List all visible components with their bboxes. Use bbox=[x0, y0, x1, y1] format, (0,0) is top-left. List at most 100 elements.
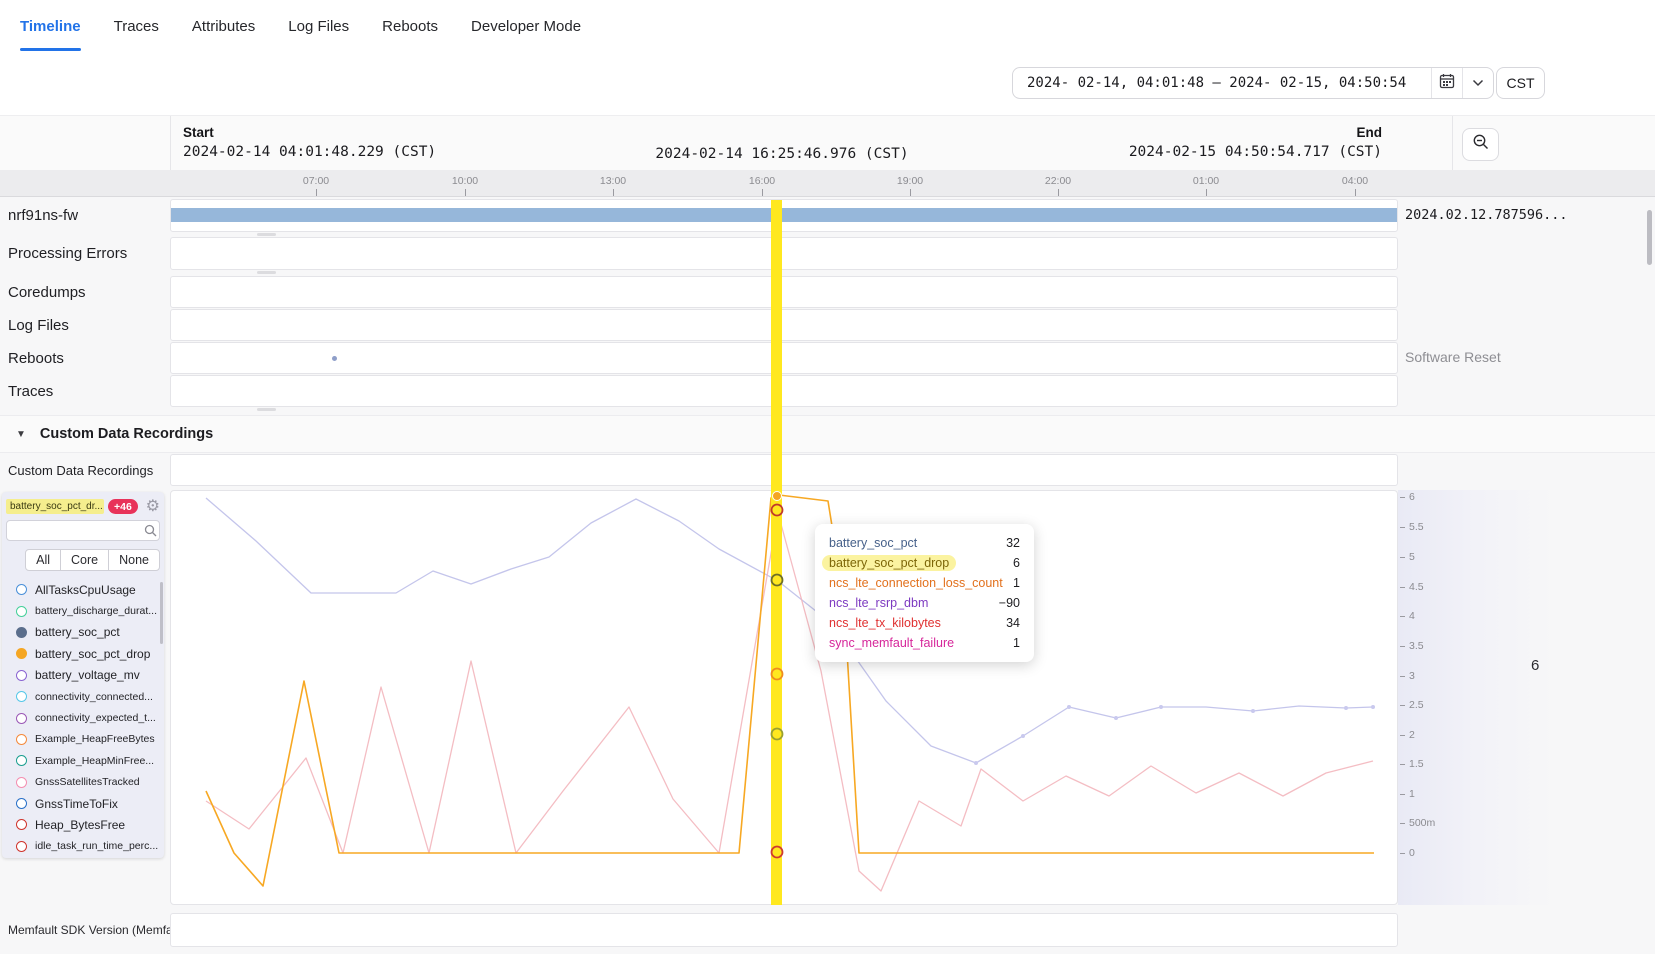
y-tick-0: 0 bbox=[1400, 847, 1415, 859]
metric-label: AllTasksCpuUsage bbox=[35, 583, 136, 597]
time-tick-mark bbox=[316, 189, 317, 196]
y-tick-mark bbox=[1400, 853, 1405, 854]
y-tick-mark bbox=[1400, 587, 1405, 588]
series-point-dot bbox=[1114, 716, 1118, 720]
y-tick-label: 2.5 bbox=[1409, 699, 1424, 711]
time-cursor[interactable] bbox=[771, 200, 782, 905]
cdr-row-label: Custom Data Recordings bbox=[8, 453, 153, 487]
custom-data-recordings-section-header[interactable]: ▼ Custom Data Recordings bbox=[0, 415, 1655, 453]
metric-battery-voltage-mv[interactable]: battery_voltage_mv bbox=[2, 665, 164, 686]
y-tick-label: 5 bbox=[1409, 551, 1415, 563]
tooltip-metric-label: ncs_lte_connection_loss_count bbox=[829, 576, 1003, 590]
metric-list: AllTasksCpuUsage battery_discharge_durat.… bbox=[2, 579, 164, 855]
chart-plot[interactable] bbox=[170, 490, 1398, 905]
gear-icon[interactable]: ⚙ bbox=[146, 499, 160, 515]
metric-example-heapfreebytes[interactable]: Example_HeapFreeBytes bbox=[2, 729, 164, 750]
series-point-dot bbox=[1067, 705, 1071, 709]
sdk-row-label: Memfault SDK Version (Memfaul... bbox=[8, 913, 192, 947]
y-tick-2: 2 bbox=[1400, 729, 1415, 741]
metric-gnsstimetofix[interactable]: GnssTimeToFix bbox=[2, 793, 164, 814]
timeline-rows-area: nrf91ns-fw2024.02.12.787596...Processing… bbox=[0, 197, 1655, 415]
series-point-dot bbox=[1021, 734, 1025, 738]
selected-metric-chip[interactable]: battery_soc_pct_dr... bbox=[6, 499, 104, 514]
date-range-value[interactable]: 2024- 02-14, 04:01:48 – 2024- 02-15, 04:… bbox=[1013, 68, 1431, 98]
sdk-row-track[interactable] bbox=[170, 913, 1398, 947]
range-end: End 2024-02-15 04:50:54.717 (CST) bbox=[982, 125, 1382, 160]
tooltip-row-ncs-lte-connection-loss-count: ncs_lte_connection_loss_count 1 bbox=[829, 573, 1020, 593]
row-track-traces[interactable] bbox=[170, 375, 1398, 407]
metric-count-badge: +46 bbox=[108, 499, 138, 514]
y-tick-1: 1 bbox=[1400, 788, 1415, 800]
filter-none-button[interactable]: None bbox=[108, 549, 160, 571]
pink-line bbox=[206, 513, 1373, 891]
tab-traces[interactable]: Traces bbox=[114, 0, 159, 52]
tooltip-row-battery-soc-pct: battery_soc_pct32 bbox=[829, 533, 1020, 553]
metric-list-scrollbar[interactable] bbox=[160, 582, 163, 644]
reboot-event-dot[interactable] bbox=[332, 356, 337, 361]
metric-color-circle bbox=[16, 713, 27, 724]
tooltip-metric-value: 1 bbox=[1013, 636, 1020, 650]
filter-all-button[interactable]: All bbox=[25, 549, 61, 571]
hover-tooltip: battery_soc_pct32battery_soc_pct_drop6nc… bbox=[815, 524, 1034, 662]
metric-search[interactable] bbox=[6, 520, 160, 541]
metric-battery-soc-pct[interactable]: battery_soc_pct bbox=[2, 622, 164, 643]
row-track-reboots[interactable] bbox=[170, 342, 1398, 374]
tab-timeline[interactable]: Timeline bbox=[20, 0, 81, 52]
metric-idle-task-run-time-perc[interactable]: idle_task_run_time_perc... bbox=[2, 836, 164, 855]
row-track-log-files[interactable] bbox=[170, 309, 1398, 341]
row-track-coredumps[interactable] bbox=[170, 276, 1398, 308]
row-track-processing-errors[interactable] bbox=[170, 237, 1398, 270]
y-tick-mark bbox=[1400, 794, 1405, 795]
tab-attributes[interactable]: Attributes bbox=[192, 0, 255, 52]
time-tick-label: 04:00 bbox=[1342, 175, 1368, 187]
row-label-processing-errors: Processing Errors bbox=[8, 237, 127, 270]
y-tick-4-5: 4.5 bbox=[1400, 581, 1424, 593]
metric-battery-discharge-durat[interactable]: battery_discharge_durat... bbox=[2, 600, 164, 621]
timezone-button[interactable]: CST bbox=[1496, 67, 1545, 99]
cdr-row-track[interactable] bbox=[170, 454, 1398, 486]
search-input[interactable] bbox=[7, 524, 141, 538]
metric-color-circle bbox=[16, 584, 27, 595]
series-point-dot bbox=[1159, 705, 1163, 709]
calendar-button[interactable] bbox=[1431, 68, 1462, 98]
metric-color-circle bbox=[16, 691, 27, 702]
tab-developer-mode[interactable]: Developer Mode bbox=[471, 0, 581, 52]
tooltip-metric-value: 34 bbox=[1006, 616, 1020, 630]
y-tick-mark bbox=[1400, 497, 1405, 498]
metric-label: battery_voltage_mv bbox=[35, 668, 140, 682]
y-tick-mark bbox=[1400, 646, 1405, 647]
metric-example-heapminfree[interactable]: Example_HeapMinFree... bbox=[2, 750, 164, 771]
end-label: End bbox=[982, 125, 1382, 140]
date-range-dropdown-button[interactable] bbox=[1462, 68, 1493, 98]
tab-reboots[interactable]: Reboots bbox=[382, 0, 438, 52]
time-tick-label: 07:00 bbox=[303, 175, 329, 187]
section-title: Custom Data Recordings bbox=[40, 426, 213, 442]
tooltip-metric-value: 1 bbox=[1013, 576, 1020, 590]
y-axis-panel: 65.554.543.532.521.51500m0 bbox=[1398, 490, 1554, 905]
y-tick-label: 1 bbox=[1409, 788, 1415, 800]
row-resize-handle[interactable] bbox=[257, 408, 276, 411]
firmware-version-bar[interactable] bbox=[171, 208, 1397, 222]
metric-alltaskscpuusage[interactable]: AllTasksCpuUsage bbox=[2, 579, 164, 600]
tooltip-row-ncs-lte-tx-kilobytes: ncs_lte_tx_kilobytes34 bbox=[829, 613, 1020, 633]
filter-core-button[interactable]: Core bbox=[60, 549, 109, 571]
row-label-traces: Traces bbox=[8, 375, 53, 407]
row-resize-handle[interactable] bbox=[257, 233, 276, 236]
zoom-out-button[interactable] bbox=[1462, 128, 1499, 161]
metric-connectivity-expected-t[interactable]: connectivity_expected_t... bbox=[2, 707, 164, 728]
metric-label: Example_HeapFreeBytes bbox=[35, 733, 155, 745]
y-tick-label: 3 bbox=[1409, 670, 1415, 682]
rows-scrollbar[interactable] bbox=[1647, 210, 1652, 265]
metric-heap-bytesfree[interactable]: Heap_BytesFree bbox=[2, 814, 164, 835]
metric-gnsssatellitestracked[interactable]: GnssSatellitesTracked bbox=[2, 772, 164, 793]
metric-battery-soc-pct-drop[interactable]: battery_soc_pct_drop bbox=[2, 643, 164, 664]
y-tick-5: 5 bbox=[1400, 551, 1415, 563]
firmware-version-value: 2024.02.12.787596... bbox=[1405, 207, 1568, 223]
zoom-out-icon bbox=[1472, 133, 1490, 156]
y-tick-label: 500m bbox=[1409, 817, 1435, 829]
metric-connectivity-connected[interactable]: connectivity_connected... bbox=[2, 686, 164, 707]
row-resize-handle[interactable] bbox=[257, 271, 276, 274]
date-range-picker[interactable]: 2024- 02-14, 04:01:48 – 2024- 02-15, 04:… bbox=[1012, 67, 1494, 99]
collapse-caret-icon[interactable]: ▼ bbox=[16, 429, 26, 440]
tab-log-files[interactable]: Log Files bbox=[288, 0, 349, 52]
